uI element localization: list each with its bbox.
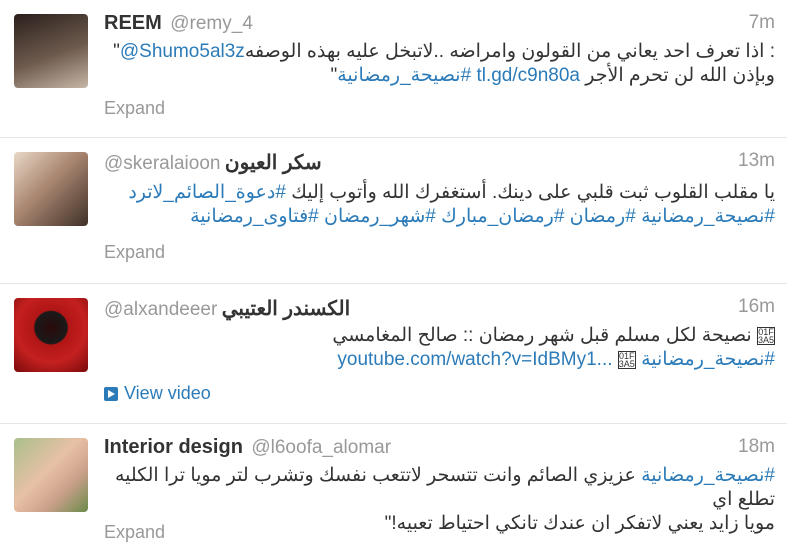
tweet-feed: REEM @remy_4 7m : اذا تعرف احد يعاني من … xyxy=(0,0,787,542)
tweet-text-segment: نصيحة لكل مسلم قبل شهر رمضان :: صالح الم… xyxy=(332,325,752,346)
tweet-text: #نصيحة_رمضانية عزيزي الصائم وانت تتسحر ل… xyxy=(104,464,775,536)
tweet-text: 01F 3A5 نصيحة لكل مسلم قبل شهر رمضان :: ص… xyxy=(104,324,775,372)
mention-link[interactable]: @Shumo5al3z xyxy=(120,41,245,62)
emoji-glyph-icon: 01F 3A5 xyxy=(757,326,775,345)
user-name[interactable]: Interior design xyxy=(104,436,243,458)
tweet-text-segment: يا مقلب القلوب ثبت قلبي على دينك. أستغفر… xyxy=(291,182,775,203)
view-video-label[interactable]: View video xyxy=(124,383,211,404)
tweet-line: مويا زايد يعني لاتفكر ان عندك تانكي احتي… xyxy=(384,513,775,534)
tweet-line: 01F 3A5 نصيحة لكل مسلم قبل شهر رمضان :: ص… xyxy=(104,324,775,348)
tweet-line: #نصيحة_رمضانية 01F 3A5 youtube.com/watch?… xyxy=(104,348,775,372)
tweet-header: REEM @remy_4 7m xyxy=(104,12,775,38)
tweet-line: : اذا تعرف احد يعاني من القولون وامراضه … xyxy=(104,40,775,64)
timestamp[interactable]: 16m xyxy=(738,296,775,318)
play-icon xyxy=(104,386,118,401)
timestamp[interactable]: 7m xyxy=(749,12,775,34)
url-link[interactable]: tl.gd/c9n80a xyxy=(476,65,580,86)
tweet-line: وبإذن الله لن تحرم الأجر tl.gd/c9n80a #ن… xyxy=(104,64,776,88)
tweet-header: @skeralaioon سكر العيون 13m xyxy=(104,150,775,176)
tweet-header: @alxandeeer الكسندر العتيبي 16m xyxy=(104,296,775,322)
user-name[interactable]: الكسندر العتيبي xyxy=(222,298,350,320)
expand-link[interactable]: Expand xyxy=(104,98,165,119)
hashtag-link[interactable]: #نصيحة_رمضانية xyxy=(337,65,471,86)
hashtag-link[interactable]: #نصيحة_رمضانية xyxy=(641,465,775,486)
user-handle[interactable]: @alxandeeer xyxy=(104,299,217,320)
emoji-glyph-icon: 01F 3A5 xyxy=(617,350,636,369)
user-handle[interactable]: @remy_4 xyxy=(170,13,253,34)
tweet-line: #نصيحة_رمضانية عزيزي الصائم وانت تتسحر ل… xyxy=(104,464,775,512)
tweet-line: يا مقلب القلوب ثبت قلبي على دينك. أستغفر… xyxy=(104,181,775,205)
tweet-text: يا مقلب القلوب ثبت قلبي على دينك. أستغفر… xyxy=(104,181,775,229)
tweet-text: : اذا تعرف احد يعاني من القولون وامراضه … xyxy=(104,40,775,88)
timestamp[interactable]: 13m xyxy=(738,150,775,172)
tweet-item[interactable]: @skeralaioon سكر العيون 13m يا مقلب القل… xyxy=(0,138,787,284)
url-link[interactable]: youtube.com/watch?v=IdBMy1... xyxy=(337,349,612,370)
expand-link[interactable]: Expand xyxy=(104,242,165,263)
avatar[interactable] xyxy=(14,152,88,226)
user-handle[interactable]: @skeralaioon xyxy=(104,153,220,174)
expand-link[interactable]: Expand xyxy=(104,522,165,543)
view-video-link[interactable]: View video xyxy=(104,383,211,404)
hashtag-line[interactable]: #نصيحة_رمضانية #رمضان #رمضان_مبارك #شهر_… xyxy=(104,205,775,229)
quote-mark: " xyxy=(113,41,120,62)
hashtag-link[interactable]: #نصيحة_رمضانية xyxy=(641,349,775,370)
tweet-item[interactable]: REEM @remy_4 7m : اذا تعرف احد يعاني من … xyxy=(0,0,787,138)
avatar[interactable] xyxy=(14,438,88,512)
timestamp[interactable]: 18m xyxy=(738,436,775,458)
hashtag-link[interactable]: #دعوة_الصائم_لاترد xyxy=(128,182,286,203)
tweet-text-segment: : اذا تعرف احد يعاني من القولون وامراضه … xyxy=(244,41,775,62)
user-name[interactable]: REEM xyxy=(104,12,162,34)
user-name[interactable]: سكر العيون xyxy=(225,152,322,174)
tweet-item[interactable]: @alxandeeer الكسندر العتيبي 16m 01F 3A5 ن… xyxy=(0,284,787,424)
avatar[interactable] xyxy=(14,298,88,372)
tweet-header: Interior design @l6oofa_alomar 18m xyxy=(104,436,775,462)
user-handle[interactable]: @l6oofa_alomar xyxy=(251,437,391,458)
tweet-item[interactable]: Interior design @l6oofa_alomar 18m #نصيح… xyxy=(0,424,787,542)
avatar[interactable] xyxy=(14,14,88,88)
tweet-text-segment: وبإذن الله لن تحرم الأجر xyxy=(585,65,775,86)
